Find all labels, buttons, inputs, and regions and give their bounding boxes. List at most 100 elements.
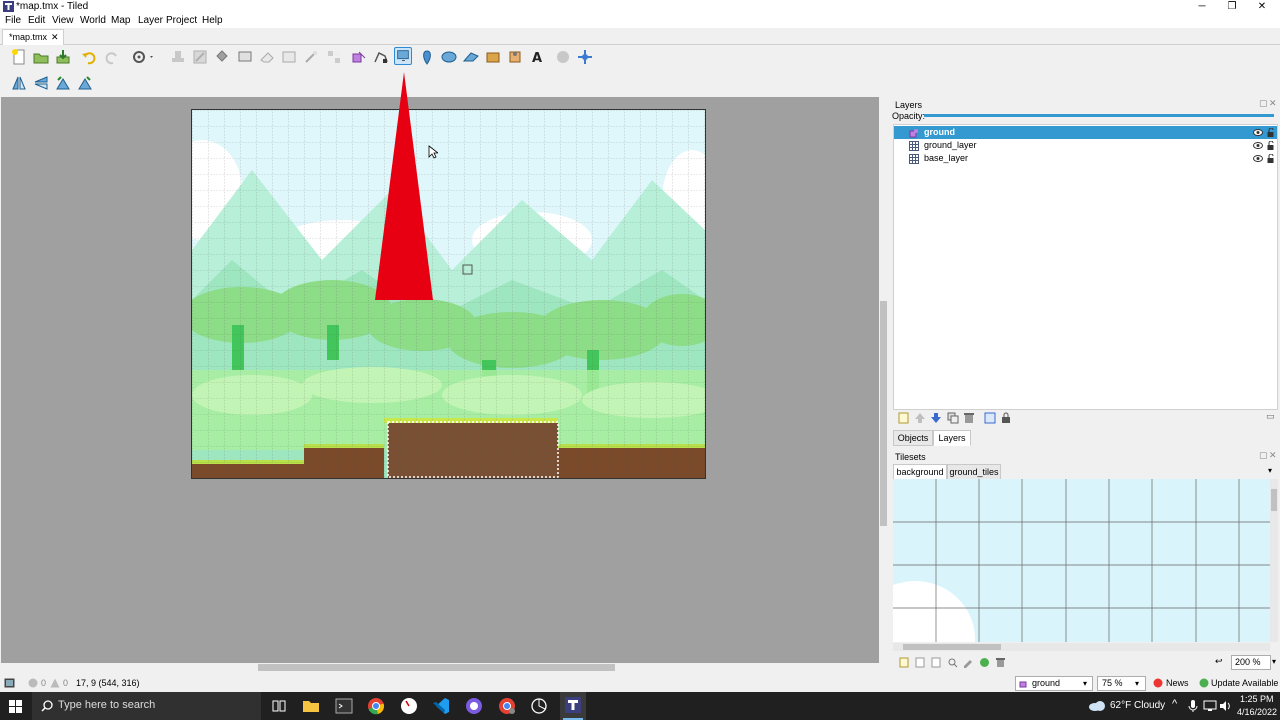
weather-text[interactable]: 62°F Cloudy bbox=[1110, 700, 1165, 711]
edit-polygons-icon[interactable] bbox=[372, 48, 390, 66]
menu-layer[interactable]: Layer bbox=[138, 15, 163, 26]
vertical-scroll-thumb[interactable] bbox=[880, 301, 887, 526]
visibility-eye-icon[interactable] bbox=[1253, 128, 1263, 137]
new-layer-icon[interactable] bbox=[898, 412, 910, 424]
chrome-profile-icon[interactable] bbox=[497, 696, 517, 716]
chevron-up-icon[interactable]: ^ bbox=[1172, 698, 1177, 710]
layer-row-ground-layer[interactable]: ground_layer bbox=[894, 139, 1277, 152]
terminal-icon[interactable] bbox=[334, 696, 354, 716]
chrome-icon[interactable] bbox=[366, 696, 386, 716]
tiled-taskbar-button[interactable] bbox=[560, 692, 586, 720]
tileset-hscroll-thumb[interactable] bbox=[903, 644, 1001, 650]
map-canvas[interactable] bbox=[191, 109, 706, 479]
clock-time[interactable]: 1:25 PM bbox=[1240, 694, 1274, 704]
open-icon[interactable] bbox=[32, 48, 50, 66]
float-panel-icon[interactable]: ▢ bbox=[1259, 450, 1268, 461]
console-icon[interactable] bbox=[4, 678, 15, 688]
obs-icon[interactable] bbox=[464, 696, 484, 716]
chevron-down-icon[interactable]: ▾ bbox=[1272, 657, 1276, 666]
close-panel-icon[interactable]: ✕ bbox=[1269, 450, 1277, 461]
menu-view[interactable]: View bbox=[52, 15, 74, 26]
tileset-vertical-scrollbar[interactable] bbox=[1270, 479, 1278, 642]
redo-icon[interactable] bbox=[103, 48, 121, 66]
current-layer-combo[interactable]: ground ▾ bbox=[1015, 676, 1093, 691]
error-icon[interactable] bbox=[28, 678, 38, 688]
close-panel-icon[interactable]: ✕ bbox=[1269, 98, 1277, 109]
rotate-left-icon[interactable] bbox=[54, 74, 72, 92]
float-panel-icon[interactable]: ▢ bbox=[1259, 98, 1268, 109]
news-link[interactable]: News bbox=[1166, 678, 1189, 688]
move-world-icon[interactable] bbox=[576, 48, 594, 66]
lower-layer-icon[interactable] bbox=[930, 412, 942, 424]
document-tab[interactable]: *map.tmx ✕ bbox=[2, 29, 64, 45]
close-tab-icon[interactable]: ✕ bbox=[51, 32, 59, 43]
bucket-fill-icon[interactable] bbox=[213, 48, 231, 66]
rectangular-select-icon[interactable] bbox=[280, 48, 298, 66]
insert-template-icon[interactable] bbox=[506, 48, 524, 66]
unlocked-icon[interactable] bbox=[1267, 154, 1274, 163]
stamp-brush-icon[interactable] bbox=[169, 48, 187, 66]
taskbar-search-box[interactable]: Type here to search bbox=[32, 692, 261, 720]
volume-icon[interactable] bbox=[1219, 700, 1231, 712]
windows-start-icon[interactable] bbox=[9, 700, 22, 713]
warning-icon[interactable] bbox=[50, 678, 60, 688]
layer-visibility-toggle-icon[interactable] bbox=[984, 412, 996, 424]
tileset-view[interactable] bbox=[893, 479, 1270, 642]
raise-layer-icon[interactable] bbox=[914, 412, 926, 424]
layer-row-ground[interactable]: ground bbox=[894, 126, 1277, 139]
insert-tile-icon[interactable] bbox=[484, 48, 502, 66]
layer-row-base-layer[interactable]: base_layer bbox=[894, 152, 1277, 165]
task-view-icon[interactable] bbox=[269, 696, 289, 716]
clock-date[interactable]: 4/16/2022 bbox=[1237, 707, 1277, 717]
unlocked-icon[interactable] bbox=[1267, 141, 1274, 150]
edit-tileset-icon[interactable] bbox=[963, 657, 974, 668]
save-icon[interactable] bbox=[54, 48, 72, 66]
panel-menu-icon[interactable]: ▭ bbox=[1266, 411, 1275, 422]
menu-edit[interactable]: Edit bbox=[28, 15, 45, 26]
clock-app-icon[interactable] bbox=[399, 696, 419, 716]
select-objects-icon[interactable] bbox=[350, 48, 368, 66]
horizontal-scrollbar[interactable] bbox=[1, 663, 879, 672]
network-icon[interactable] bbox=[1203, 700, 1217, 712]
embed-tileset-icon[interactable] bbox=[915, 657, 926, 668]
magic-wand-icon[interactable] bbox=[302, 48, 320, 66]
insert-text-icon[interactable]: A bbox=[528, 48, 546, 66]
tileset-horizontal-scrollbar[interactable] bbox=[893, 643, 1270, 651]
microphone-icon[interactable] bbox=[1188, 699, 1198, 713]
file-explorer-icon[interactable] bbox=[301, 696, 321, 716]
add-tiles-icon[interactable] bbox=[979, 657, 990, 668]
unity-icon[interactable] bbox=[529, 696, 549, 716]
minimize-button[interactable]: ─ bbox=[1187, 0, 1217, 14]
map-zoom-combo[interactable]: 75 % ▾ bbox=[1097, 676, 1146, 691]
tileset-zoom-combo[interactable]: 200 % bbox=[1231, 655, 1271, 670]
opacity-slider[interactable] bbox=[924, 114, 1274, 117]
menu-file[interactable]: File bbox=[5, 15, 21, 26]
new-tileset-icon[interactable] bbox=[899, 657, 910, 668]
zoom-reset-icon[interactable]: ↩ bbox=[1215, 656, 1223, 667]
visibility-eye-icon[interactable] bbox=[1253, 141, 1263, 150]
rotate-right-icon[interactable] bbox=[76, 74, 94, 92]
world-tool-icon[interactable] bbox=[554, 48, 572, 66]
menu-help[interactable]: Help bbox=[202, 15, 223, 26]
eraser-icon[interactable] bbox=[258, 48, 276, 66]
remove-tileset-icon[interactable] bbox=[995, 657, 1006, 668]
duplicate-layer-icon[interactable] bbox=[947, 412, 959, 424]
new-map-icon[interactable] bbox=[10, 48, 28, 66]
export-tileset-icon[interactable] bbox=[931, 657, 942, 668]
tab-background[interactable]: background bbox=[893, 464, 947, 480]
insert-polygon-icon[interactable] bbox=[462, 48, 480, 66]
tileset-vscroll-thumb[interactable] bbox=[1271, 489, 1277, 511]
vertical-scrollbar[interactable] bbox=[879, 97, 888, 663]
visibility-eye-icon[interactable] bbox=[1253, 154, 1263, 163]
commands-icon[interactable] bbox=[130, 48, 156, 66]
undo-icon[interactable] bbox=[80, 48, 98, 66]
horizontal-scroll-thumb[interactable] bbox=[258, 664, 615, 671]
tileset-menu-icon[interactable]: ▾ bbox=[1268, 466, 1272, 475]
flip-vertical-icon[interactable] bbox=[32, 74, 50, 92]
delete-layer-icon[interactable] bbox=[963, 412, 975, 424]
unlocked-icon[interactable] bbox=[1267, 128, 1274, 137]
tab-objects[interactable]: Objects bbox=[893, 430, 933, 446]
flip-horizontal-icon[interactable] bbox=[10, 74, 28, 92]
menu-world[interactable]: World bbox=[80, 15, 106, 26]
update-available-link[interactable]: Update Available bbox=[1211, 678, 1278, 688]
